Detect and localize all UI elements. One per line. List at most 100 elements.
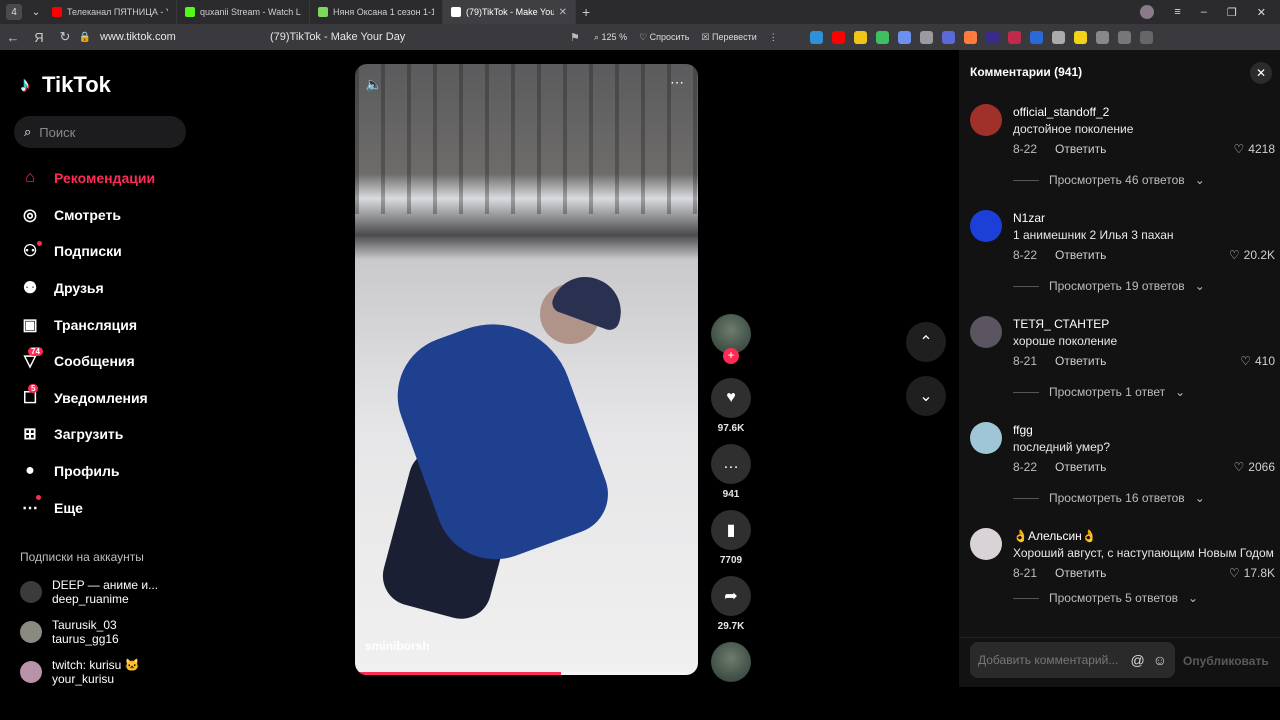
avatar[interactable] [970,104,1002,136]
extension-icon[interactable] [1029,30,1043,44]
author-avatar[interactable]: + [711,314,751,364]
account-handle: taurus_gg16 [52,632,119,646]
browser-tab-4-active[interactable]: (79)TikTok - Make Your ✕ [443,0,576,24]
extension-icon[interactable] [809,30,823,44]
next-video-button[interactable]: ⌄ [906,376,946,416]
follow-plus-icon[interactable]: + [723,348,739,364]
avatar[interactable] [970,316,1002,348]
video-progress-bar[interactable] [355,672,698,675]
post-comment-button[interactable]: Опубликовать [1183,654,1269,668]
menu-icon[interactable]: ≡ [1174,6,1180,18]
view-replies-button[interactable]: Просмотреть 1 ответ ⌄ [1013,384,1275,400]
close-tab-icon[interactable]: ✕ [559,7,567,18]
extension-icon[interactable] [1095,30,1109,44]
volume-icon[interactable]: 🔈 [365,76,382,93]
new-tab-icon[interactable]: + [582,4,590,20]
download-icon[interactable] [1139,30,1153,44]
nav-item-notifications[interactable]: ☐ 5 Уведомления [20,380,155,417]
ask-button[interactable]: ♡ Спросить [639,32,689,43]
browser-tab-2[interactable]: quxanii Stream - Watch Li [177,0,310,24]
extension-icon[interactable] [1073,30,1087,44]
comment-username[interactable]: ТЕТЯ_ СТАНТЕР [1013,316,1275,332]
restore-icon[interactable]: ❐ [1227,6,1237,19]
music-disc-avatar[interactable] [711,642,751,682]
nav-item-recommendations[interactable]: ⌂ Рекомендации [20,160,155,197]
comment-input[interactable]: Добавить комментарий... @ ☺ [970,642,1175,678]
nav-item-more[interactable]: ⋯ Еще [20,489,155,526]
extension-icon[interactable] [1051,30,1065,44]
shield-icon[interactable] [919,30,933,44]
minimize-icon[interactable]: – [1201,6,1207,18]
comment-like-button[interactable]: ♡ 2066 [1234,460,1275,474]
following-account[interactable]: Taurusik_03 taurus_gg16 [20,612,158,652]
back-icon[interactable]: ← [0,30,26,45]
comment-like-button[interactable]: ♡ 17.8K [1229,566,1275,580]
comment-meta: 8-22 Ответить ♡ 20.2K [1013,246,1275,264]
view-replies-button[interactable]: Просмотреть 19 ответов ⌄ [1013,278,1275,294]
comment-username[interactable]: N1zar [1013,210,1275,226]
following-account[interactable]: DEEP — аниме и... deep_ruanime [20,572,158,612]
tiktok-logo[interactable]: ♪ TikTok [20,72,111,98]
avatar[interactable] [970,422,1002,454]
reload-icon[interactable]: ↻ [52,29,78,45]
more-options-icon[interactable]: ⋮ [769,32,778,43]
avatar[interactable] [970,528,1002,560]
nav-item-explore[interactable]: ◎ Смотреть [20,197,155,234]
comment-username[interactable]: ffgg [1013,422,1275,438]
tabs-menu-chevron-icon[interactable]: ⌄ [28,4,44,20]
video-player[interactable]: 🔈 ⋯ sminiborsh [355,64,698,675]
bookmark-icon[interactable]: ⚑ [570,31,594,44]
like-button[interactable]: ♥ [711,378,751,418]
reply-button[interactable]: Ответить [1055,566,1106,580]
yandex-icon[interactable]: Я [26,30,52,45]
extension-icon[interactable] [985,30,999,44]
search-input[interactable]: ⌕ Поиск [14,116,186,148]
reply-button[interactable]: Ответить [1055,142,1106,156]
reply-button[interactable]: Ответить [1055,460,1106,474]
youtube-extension-icon[interactable] [831,30,845,44]
more-options-icon[interactable]: ⋯ [670,74,684,91]
browser-tab-1[interactable]: Телеканал ПЯТНИЦА - Y [44,0,177,24]
save-button[interactable]: ▮ [711,510,751,550]
nav-item-friends[interactable]: ⚉ Друзья [20,270,155,307]
tab-counter-icon[interactable]: 4 [6,4,22,20]
comment-username[interactable]: 👌Алельсин👌 [1013,528,1275,544]
close-comments-button[interactable]: ✕ [1250,62,1272,84]
youtube-icon [52,7,62,17]
browser-tab-3[interactable]: Няня Оксана 1 сезон 1-1 [310,0,443,24]
following-account[interactable]: twitch: kurisu 🐱 your_kurisu [20,652,158,692]
extension-icon[interactable] [853,30,867,44]
extension-icon[interactable] [875,30,889,44]
nav-item-live[interactable]: ▣ Трансляция [20,306,155,343]
extension-icon[interactable] [963,30,977,44]
comment-username[interactable]: official_standoff_2 [1013,104,1275,120]
nav-item-messages[interactable]: ▽ 74 Сообщения [20,343,155,380]
url-field[interactable]: www.tiktok.com [100,31,270,43]
extension-icon[interactable] [941,30,955,44]
translate-button[interactable]: ☒ Перевести [701,32,756,43]
comment-like-button[interactable]: ♡ 20.2K [1229,248,1275,262]
nav-item-following[interactable]: ⚇ Подписки [20,233,155,270]
close-window-icon[interactable]: ✕ [1257,6,1266,19]
previous-video-button[interactable]: ⌃ [906,322,946,362]
nav-item-upload[interactable]: ⊞ Загрузить [20,416,155,453]
extension-icon[interactable] [1007,30,1021,44]
share-button[interactable]: ➦ [711,576,751,616]
mention-icon[interactable]: @ [1130,652,1144,668]
emoji-icon[interactable]: ☺ [1153,652,1167,668]
avatar[interactable] [970,210,1002,242]
view-replies-button[interactable]: Просмотреть 5 ответов ⌄ [1013,590,1275,606]
nav-item-profile[interactable]: ● Профиль [20,453,155,490]
comment-button[interactable]: … [711,444,751,484]
browser-profile-avatar[interactable] [1140,5,1155,19]
zoom-level[interactable]: ⌕ 125 % [594,32,627,43]
extension-icon[interactable] [897,30,911,44]
comment-like-button[interactable]: ♡ 410 [1240,354,1275,368]
video-author[interactable]: sminiborsh [365,639,430,653]
reply-button[interactable]: Ответить [1055,248,1106,262]
view-replies-button[interactable]: Просмотреть 16 ответов ⌄ [1013,490,1275,506]
view-replies-button[interactable]: Просмотреть 46 ответов ⌄ [1013,172,1275,188]
extension-icon[interactable] [1117,30,1131,44]
reply-button[interactable]: Ответить [1055,354,1106,368]
comment-like-button[interactable]: ♡ 4218 [1234,142,1275,156]
